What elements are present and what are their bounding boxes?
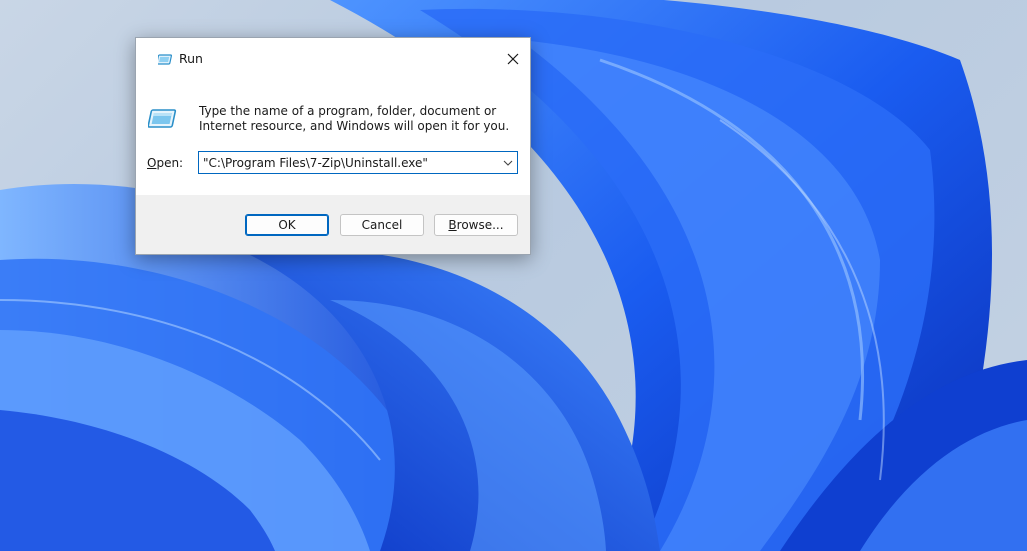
cancel-button[interactable]: Cancel: [340, 214, 424, 236]
chevron-down-icon: [503, 160, 513, 166]
close-button[interactable]: [500, 46, 526, 72]
run-icon: [158, 54, 172, 65]
ok-button[interactable]: OK: [245, 214, 329, 236]
browse-button[interactable]: Browse...: [434, 214, 518, 236]
open-label: Open:: [147, 156, 183, 170]
close-icon: [507, 53, 519, 65]
ok-button-label: OK: [278, 218, 296, 232]
open-input[interactable]: [199, 153, 499, 172]
browse-button-label: rowse...: [456, 218, 504, 232]
dialog-title: Run: [179, 51, 203, 66]
open-label-text: pen:: [156, 156, 184, 170]
desktop: Run Type the name of a program, folder, …: [0, 0, 1027, 551]
open-combobox[interactable]: [198, 151, 518, 174]
browse-button-mnemonic: B: [448, 218, 457, 232]
title-bar[interactable]: Run: [136, 38, 530, 80]
dialog-description: Type the name of a program, folder, docu…: [199, 104, 510, 133]
cancel-button-label: Cancel: [361, 218, 403, 232]
dialog-footer: OK Cancel Browse...: [136, 195, 530, 254]
run-icon: [148, 109, 177, 128]
run-dialog: Run Type the name of a program, folder, …: [135, 37, 531, 255]
dropdown-button[interactable]: [499, 152, 517, 173]
